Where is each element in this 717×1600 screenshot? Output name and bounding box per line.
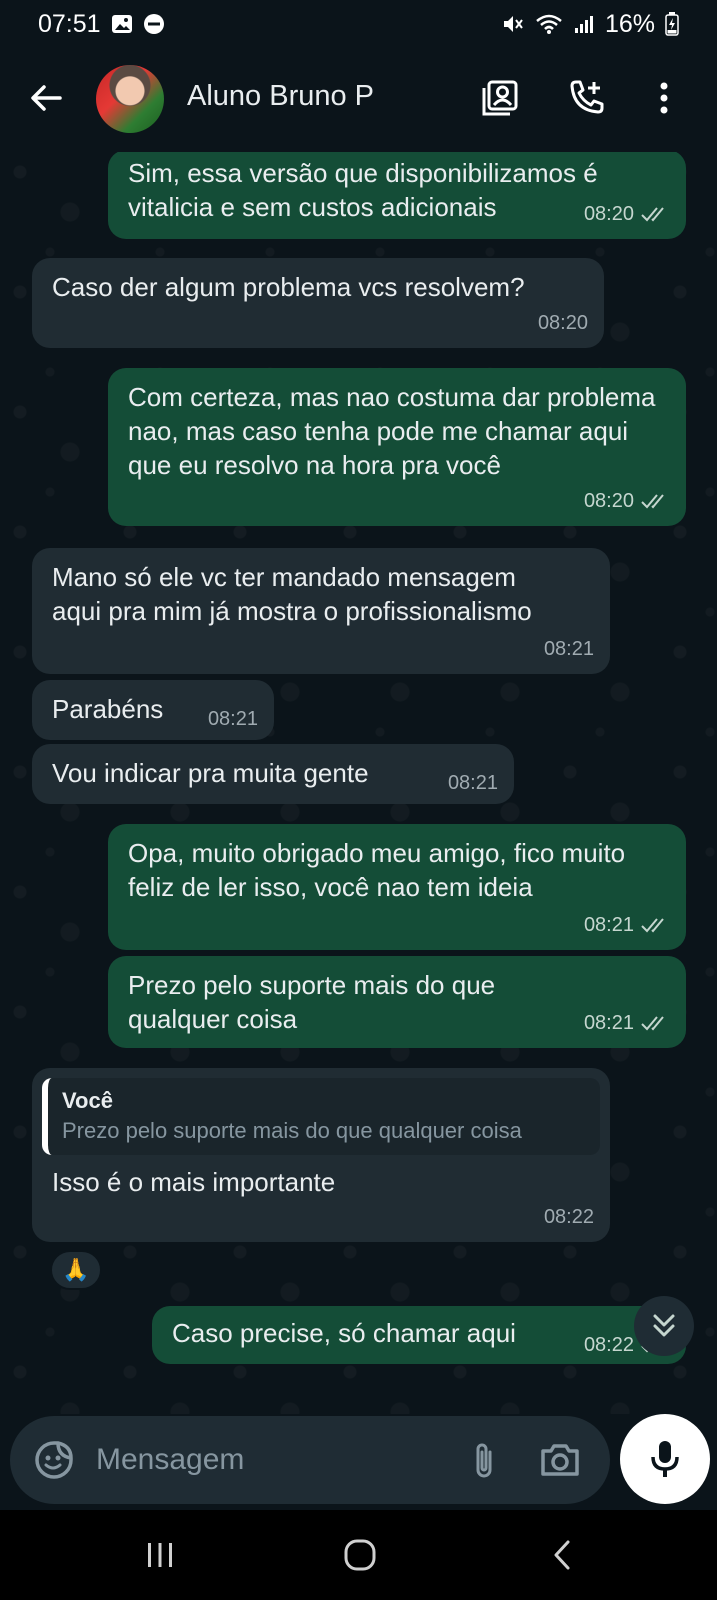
read-ticks-icon: [640, 492, 670, 510]
message-text: Mano só ele vc ter mandado mensagem aqui…: [52, 562, 532, 626]
system-navigation-bar: [0, 1510, 717, 1600]
emoji-button[interactable]: [32, 1438, 76, 1482]
message-outgoing[interactable]: Opa, muito obrigado meu amigo, fico muit…: [108, 824, 686, 950]
read-ticks-icon: [640, 205, 670, 223]
quote-text: Prezo pelo suporte mais do que qualquer …: [62, 1118, 522, 1143]
message-incoming[interactable]: Mano só ele vc ter mandado mensagem aqui…: [32, 548, 610, 674]
status-time: 07:51: [38, 9, 101, 38]
message-incoming[interactable]: Parabéns 08:21: [32, 680, 274, 740]
recent-apps-button[interactable]: [130, 1530, 190, 1580]
attach-button[interactable]: [462, 1438, 506, 1482]
message-incoming[interactable]: Vou indicar pra muita gente 08:21: [32, 744, 514, 804]
camera-icon: [541, 1444, 579, 1476]
read-ticks-icon: [640, 916, 670, 934]
message-time: 08:20: [583, 490, 634, 512]
voice-record-button[interactable]: [620, 1414, 710, 1504]
message-outgoing[interactable]: Sim, essa versão que disponibilizamos é …: [108, 152, 686, 239]
message-reaction[interactable]: 🙏: [50, 1250, 102, 1290]
add-call-button[interactable]: [564, 76, 608, 120]
message-meta: 08:21: [208, 702, 258, 736]
back-button[interactable]: [26, 78, 66, 118]
read-ticks-icon: [640, 1014, 670, 1032]
wifi-icon: [535, 13, 563, 35]
more-options-button[interactable]: [642, 76, 686, 120]
mute-icon: [501, 13, 525, 35]
message-time: 08:21: [543, 638, 594, 660]
message-meta: 08:22: [544, 1200, 594, 1234]
battery-percentage: 16%: [604, 9, 655, 38]
back-nav-button[interactable]: [532, 1530, 592, 1580]
message-meta: 08:20: [584, 197, 670, 231]
message-time: 08:21: [207, 708, 258, 730]
message-text: Com certeza, mas nao costuma dar problem…: [128, 382, 663, 480]
message-text: Vou indicar pra muita gente: [52, 758, 369, 788]
chevron-left-icon: [554, 1540, 570, 1570]
paperclip-icon: [476, 1443, 492, 1478]
message-time: 08:20: [583, 203, 634, 225]
contact-name[interactable]: Aluno Bruno P: [187, 80, 374, 113]
sticker-smile-icon: [35, 1441, 73, 1479]
message-text: Opa, muito obrigado meu amigo, fico muit…: [128, 838, 633, 902]
gallery-notification-icon: [111, 13, 133, 35]
message-meta: 08:20: [538, 306, 588, 340]
contact-card-button[interactable]: [478, 76, 522, 120]
message-outgoing[interactable]: Prezo pelo suporte mais do que qualquer …: [108, 956, 686, 1048]
recent-apps-icon: [148, 1543, 172, 1567]
message-incoming[interactable]: Caso der algum problema vcs resolvem? 08…: [32, 258, 604, 348]
battery-charging-icon: [665, 12, 679, 36]
phone-plus-icon: [570, 80, 604, 114]
message-input[interactable]: [96, 1438, 446, 1482]
message-text: Caso der algum problema vcs resolvem?: [52, 272, 525, 302]
chat-messages[interactable]: Sim, essa versão que disponibilizamos é …: [0, 152, 717, 1414]
home-button[interactable]: [330, 1530, 390, 1580]
home-icon: [344, 1539, 376, 1571]
more-vertical-icon: [660, 82, 668, 114]
message-time: 08:22: [583, 1334, 634, 1356]
chevrons-down-icon: [653, 1314, 675, 1337]
message-time: 08:21: [583, 1012, 634, 1034]
message-meta: 08:21: [584, 1006, 670, 1040]
message-time: 08:21: [583, 914, 634, 936]
message-outgoing[interactable]: Com certeza, mas nao costuma dar problem…: [108, 368, 686, 526]
message-time: 08:22: [543, 1206, 594, 1228]
message-meta: 08:20: [584, 484, 670, 518]
quoted-message[interactable]: Você Prezo pelo suporte mais do que qual…: [42, 1078, 600, 1155]
message-composer: [10, 1416, 610, 1504]
message-meta: 08:21: [584, 908, 670, 942]
message-incoming-reply[interactable]: Você Prezo pelo suporte mais do que qual…: [32, 1068, 610, 1242]
message-outgoing[interactable]: Caso precise, só chamar aqui 08:22: [152, 1306, 686, 1364]
contact-card-icon: [482, 80, 518, 116]
message-text: Prezo pelo suporte mais do que qualquer …: [128, 970, 503, 1034]
do-not-disturb-icon: [143, 13, 165, 35]
message-time: 08:21: [447, 772, 498, 794]
contact-avatar[interactable]: [96, 65, 164, 133]
message-time: 08:20: [537, 312, 588, 334]
chat-header: Aluno Bruno P: [0, 48, 717, 152]
scroll-to-bottom-button[interactable]: [634, 1296, 694, 1356]
message-text: Isso é o mais importante: [52, 1167, 336, 1197]
message-meta: 08:21: [544, 632, 594, 666]
message-meta: 08:21: [448, 766, 498, 800]
quote-author: Você: [62, 1088, 113, 1113]
status-bar: 07:51 16%: [0, 0, 717, 48]
signal-icon: [573, 13, 595, 35]
camera-button[interactable]: [536, 1438, 584, 1482]
arrow-left-icon: [31, 85, 62, 111]
microphone-icon: [651, 1441, 679, 1477]
